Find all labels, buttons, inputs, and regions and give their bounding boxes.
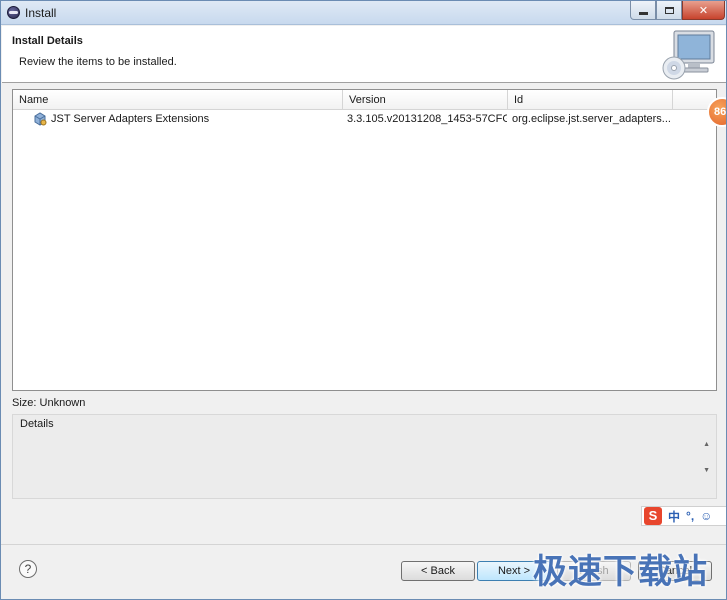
maximize-button[interactable]: [656, 1, 682, 20]
row-name-text: JST Server Adapters Extensions: [51, 113, 210, 125]
page-description: Review the items to be installed.: [19, 56, 177, 68]
items-table[interactable]: Name Version Id JST Server Adapters Exte…: [12, 89, 717, 391]
back-button[interactable]: < Back: [401, 561, 475, 581]
site-watermark: 极速下载站: [533, 552, 708, 592]
header-banner: Install Details Review the items to be i…: [2, 26, 726, 83]
ime-punctuation-toggle[interactable]: °,: [686, 509, 694, 523]
close-button[interactable]: ✕: [682, 1, 725, 20]
table-header: Name Version Id: [13, 90, 716, 110]
plugin-feature-icon: [34, 112, 47, 126]
help-button[interactable]: ?: [19, 560, 37, 578]
column-header-id[interactable]: Id: [508, 90, 673, 110]
window-title: Install: [25, 6, 57, 20]
install-window: Install ✕ Install Details Review the ite…: [0, 0, 727, 600]
row-id-cell: org.eclipse.jst.server_adapters....: [512, 113, 672, 125]
row-name-cell: JST Server Adapters Extensions: [33, 110, 341, 128]
title-bar[interactable]: Install ✕: [1, 1, 726, 25]
table-row[interactable]: JST Server Adapters Extensions 3.3.105.v…: [13, 110, 716, 128]
ime-toolbar[interactable]: S 中 °, ☺: [641, 506, 726, 526]
details-panel[interactable]: Details ▲ ▼: [12, 414, 717, 499]
close-icon: ✕: [698, 4, 709, 17]
scroll-up-icon[interactable]: ▲: [703, 441, 710, 448]
window-controls: ✕: [630, 1, 725, 20]
details-label: Details: [20, 418, 54, 430]
minimize-button[interactable]: [630, 1, 656, 20]
ime-logo-icon[interactable]: S: [644, 507, 662, 525]
computer-cd-icon: [662, 30, 715, 80]
page-title: Install Details: [12, 35, 83, 47]
minimize-icon: [638, 11, 648, 15]
column-header-version[interactable]: Version: [343, 90, 508, 110]
ime-mode-toggle[interactable]: 中: [668, 508, 680, 525]
row-version-cell: 3.3.105.v20131208_1453-57CFG...: [347, 113, 507, 125]
maximize-icon: [664, 6, 674, 14]
scroll-down-icon[interactable]: ▼: [703, 467, 710, 474]
size-label: Size: Unknown: [12, 397, 86, 409]
column-header-name[interactable]: Name: [13, 90, 343, 110]
eclipse-icon: [7, 6, 20, 19]
ime-emoji-icon[interactable]: ☺: [700, 509, 712, 523]
